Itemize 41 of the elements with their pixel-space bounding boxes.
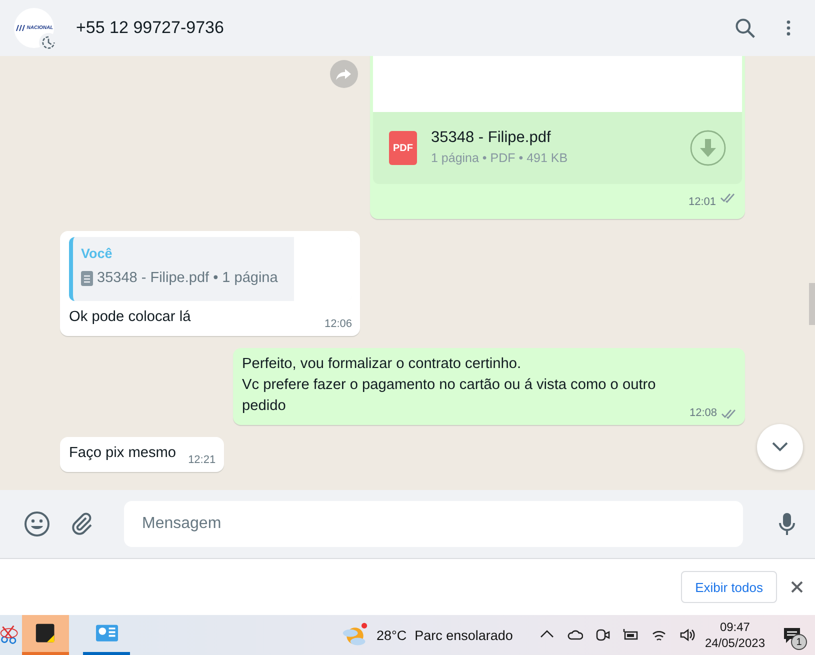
- clock-icon: [41, 35, 56, 50]
- scissors-icon: [0, 624, 21, 646]
- message-text: Faço pix mesmo: [69, 444, 176, 463]
- microphone-icon[interactable]: [779, 512, 795, 536]
- speaker-icon[interactable]: [678, 627, 695, 643]
- pdf-file-icon: PDF: [389, 131, 417, 165]
- camera-icon[interactable]: [594, 627, 611, 643]
- close-icon[interactable]: [791, 581, 803, 593]
- quote-author: Você: [81, 245, 114, 263]
- paperclip-icon[interactable]: [70, 512, 94, 536]
- search-icon[interactable]: [734, 17, 756, 39]
- quote-text: 35348 - Filipe.pdf • 1 página: [97, 269, 278, 288]
- document-icon: [81, 271, 93, 286]
- quoted-message[interactable]: Você 35348 - Filipe.pdf • 1 página: [69, 237, 352, 301]
- file-name: 35348 - Filipe.pdf: [431, 128, 552, 148]
- clock-time: 09:47: [720, 619, 750, 635]
- contact-name[interactable]: +55 12 99727-9736: [76, 18, 712, 38]
- taskbar-app[interactable]: [22, 615, 69, 655]
- show-all-button[interactable]: Exibir todos: [681, 571, 777, 603]
- emoji-icon[interactable]: [24, 511, 50, 537]
- sticky-note-icon: [34, 622, 56, 644]
- taskbar-clock[interactable]: 09:47 24/05/2023: [704, 619, 765, 651]
- message-time: 12:01: [688, 195, 716, 210]
- document-message[interactable]: PDF 35348 - Filipe.pdf 1 página • PDF • 491 KB 12:01: [370, 56, 745, 219]
- message-text: Ok pode colocar lá: [69, 308, 191, 327]
- stripes-icon: [14, 25, 25, 31]
- scrollbar-thumb[interactable]: [809, 283, 815, 325]
- message-time: 12:21: [188, 453, 216, 468]
- notification-count: 1: [791, 634, 807, 650]
- message-time: 12:08: [689, 406, 717, 421]
- chevron-down-icon: [772, 442, 788, 452]
- weather-sun-cloud-icon[interactable]: [342, 622, 368, 648]
- clock-date: 24/05/2023: [704, 635, 765, 651]
- file-details: 1 página • PDF • 491 KB: [431, 150, 569, 167]
- message-input[interactable]: Mensagem: [124, 501, 743, 547]
- menu-icon[interactable]: [786, 19, 791, 37]
- weather-temperature: 28°C: [376, 628, 407, 642]
- weather-condition: Parc ensolarado: [414, 628, 513, 642]
- message-text: Perfeito, vou formalizar o contrato certinho. Vc prefere fazer o pagamento no cartão ou á vista como o outro pedido: [242, 355, 657, 416]
- message-time: 12:06: [324, 317, 352, 332]
- dashboard-app-icon: [96, 622, 118, 644]
